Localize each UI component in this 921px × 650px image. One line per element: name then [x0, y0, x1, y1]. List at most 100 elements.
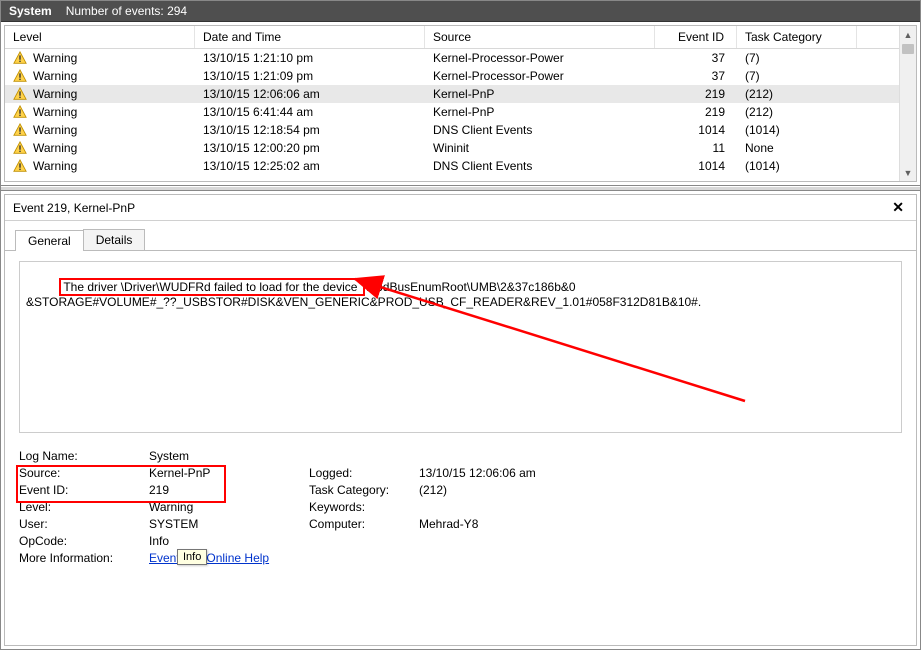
- event-details-grid: Log Name: System Source: Kernel-PnP Logg…: [19, 449, 902, 565]
- level-text: Warning: [33, 159, 77, 173]
- cell-datetime: 13/10/15 1:21:09 pm: [195, 67, 425, 85]
- cell-level: Warning: [5, 139, 195, 157]
- cell-task-category: (212): [737, 103, 857, 121]
- event-detail-pane: Event 219, Kernel-PnP ✕ General Details …: [4, 194, 917, 646]
- event-message-box: The driver \Driver\WUDFRd failed to load…: [19, 261, 902, 433]
- tabs-row: General Details: [5, 221, 916, 251]
- cell-event-id: 11: [655, 139, 737, 157]
- event-id-label: Event ID:: [19, 483, 149, 497]
- cell-task-category: (1014): [737, 121, 857, 139]
- cell-source: Wininit: [425, 139, 655, 157]
- cell-task-category: None: [737, 139, 857, 157]
- col-task-category[interactable]: Task Category: [737, 26, 857, 48]
- opcode-label: OpCode:: [19, 534, 149, 548]
- event-count-label: Number of events: 294: [66, 4, 187, 18]
- splitter[interactable]: [1, 186, 920, 191]
- cell-level: Warning: [5, 67, 195, 85]
- table-row[interactable]: Warning 13/10/15 12:00:20 pmWininit11None: [5, 139, 916, 157]
- titlebar: System Number of events: 294: [1, 1, 920, 22]
- col-datetime[interactable]: Date and Time: [195, 26, 425, 48]
- cell-datetime: 13/10/15 12:25:02 am: [195, 157, 425, 175]
- col-source[interactable]: Source: [425, 26, 655, 48]
- cell-datetime: 13/10/15 1:21:10 pm: [195, 49, 425, 67]
- cell-task-category: (212): [737, 85, 857, 103]
- warning-icon: [13, 159, 27, 173]
- level-text: Warning: [33, 105, 77, 119]
- cell-event-id: 219: [655, 85, 737, 103]
- level-text: Warning: [33, 69, 77, 83]
- keywords-value: [419, 500, 619, 514]
- table-row[interactable]: Warning 13/10/15 1:21:10 pmKernel-Process…: [5, 49, 916, 67]
- tooltip: Info: [177, 549, 207, 565]
- event-list-pane: Level Date and Time Source Event ID Task…: [1, 22, 920, 186]
- col-event-id[interactable]: Event ID: [655, 26, 737, 48]
- cell-level: Warning: [5, 49, 195, 67]
- cell-level: Warning: [5, 157, 195, 175]
- cell-task-category: (1014): [737, 157, 857, 175]
- cell-event-id: 37: [655, 67, 737, 85]
- tab-general[interactable]: General: [15, 230, 84, 251]
- cell-source: Kernel-Processor-Power: [425, 67, 655, 85]
- source-label: Source:: [19, 466, 149, 480]
- cell-source: DNS Client Events: [425, 121, 655, 139]
- system-title: System: [9, 4, 52, 18]
- user-value: SYSTEM: [149, 517, 309, 531]
- table-row[interactable]: Warning13/10/15 12:25:02 amDNS Client Ev…: [5, 157, 916, 175]
- cell-level: Warning: [5, 103, 195, 121]
- cell-datetime: 13/10/15 12:00:20 pm: [195, 139, 425, 157]
- table-row[interactable]: Warning 13/10/15 12:18:54 pmDNS Client Ev…: [5, 121, 916, 139]
- message-highlight: The driver \Driver\WUDFRd failed to load…: [59, 278, 364, 296]
- task-category-value: (212): [419, 483, 619, 497]
- cell-datetime: 13/10/15 12:18:54 pm: [195, 121, 425, 139]
- event-table: Level Date and Time Source Event ID Task…: [4, 25, 917, 182]
- detail-pane-title: Event 219, Kernel-PnP: [13, 201, 135, 215]
- table-body[interactable]: Warning 13/10/15 1:21:10 pmKernel-Process…: [5, 49, 916, 180]
- vertical-scrollbar[interactable]: ▲ ▼: [899, 26, 916, 181]
- cell-task-category: (7): [737, 49, 857, 67]
- level-text: Warning: [33, 123, 77, 137]
- scroll-up-arrow[interactable]: ▲: [900, 26, 916, 43]
- opcode-value: Info: [149, 534, 309, 548]
- cell-event-id: 1014: [655, 157, 737, 175]
- tab-details[interactable]: Details: [83, 229, 146, 250]
- task-category-label: Task Category:: [309, 483, 419, 497]
- warning-icon: [13, 105, 27, 119]
- event-log-online-help-link[interactable]: Event Log Online Help: [149, 551, 269, 565]
- table-row[interactable]: Warning 13/10/15 1:21:09 pmKernel-Process…: [5, 67, 916, 85]
- logged-value: 13/10/15 12:06:06 am: [419, 466, 619, 480]
- logged-label: Logged:: [309, 466, 419, 480]
- warning-icon: [13, 141, 27, 155]
- table-row[interactable]: Warning 13/10/15 6:41:44 amKernel-PnP219(…: [5, 103, 916, 121]
- scroll-thumb[interactable]: [902, 44, 914, 54]
- table-row[interactable]: Warning 13/10/15 12:06:06 amKernel-PnP219…: [5, 85, 916, 103]
- more-info-label: More Information:: [19, 551, 149, 565]
- level-text: Warning: [33, 51, 77, 65]
- warning-icon: [13, 123, 27, 137]
- log-name-label: Log Name:: [19, 449, 149, 463]
- cell-source: Kernel-Processor-Power: [425, 49, 655, 67]
- cell-datetime: 13/10/15 12:06:06 am: [195, 85, 425, 103]
- col-level[interactable]: Level: [5, 26, 195, 48]
- cell-event-id: 37: [655, 49, 737, 67]
- cell-source: Kernel-PnP: [425, 85, 655, 103]
- source-value: Kernel-PnP: [149, 466, 309, 480]
- cell-source: Kernel-PnP: [425, 103, 655, 121]
- log-name-value: System: [149, 449, 309, 463]
- event-id-value: 219: [149, 483, 309, 497]
- cell-task-category: (7): [737, 67, 857, 85]
- level-text: Warning: [33, 87, 77, 101]
- close-icon[interactable]: ✕: [888, 199, 908, 216]
- warning-icon: [13, 69, 27, 83]
- cell-datetime: 13/10/15 6:41:44 am: [195, 103, 425, 121]
- cell-level: Warning: [5, 121, 195, 139]
- warning-icon: [13, 51, 27, 65]
- scroll-down-arrow[interactable]: ▼: [900, 164, 916, 181]
- user-label: User:: [19, 517, 149, 531]
- level-text: Warning: [33, 141, 77, 155]
- warning-icon: [13, 87, 27, 101]
- tab-content-general: The driver \Driver\WUDFRd failed to load…: [5, 251, 916, 645]
- keywords-label: Keywords:: [309, 500, 419, 514]
- cell-level: Warning: [5, 85, 195, 103]
- event-message-text: The driver \Driver\WUDFRd failed to load…: [20, 262, 901, 328]
- cell-event-id: 219: [655, 103, 737, 121]
